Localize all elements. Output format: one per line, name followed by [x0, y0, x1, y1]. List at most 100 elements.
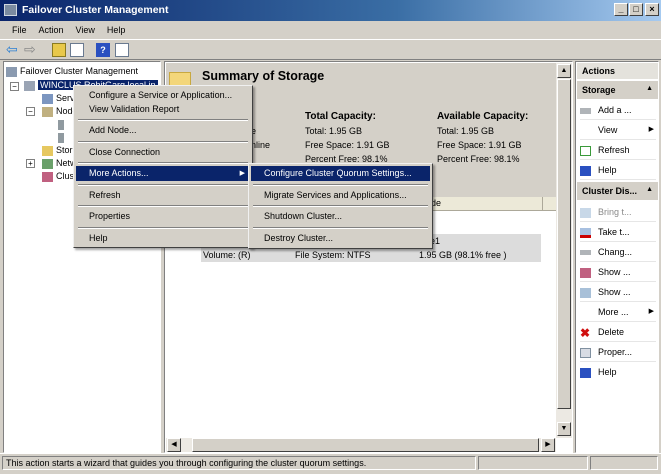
vertical-scrollbar[interactable]: ▲ ▼	[556, 63, 572, 438]
menu-file[interactable]: File	[6, 25, 33, 39]
menu-action[interactable]: Action	[33, 25, 70, 39]
menu-separator	[78, 205, 248, 207]
window-title: Failover Cluster Management	[22, 4, 169, 16]
submenu-arrow-icon: ▶	[239, 170, 245, 177]
action-change[interactable]: Chang...	[580, 242, 656, 262]
close-button[interactable]: ×	[645, 3, 659, 16]
action-more[interactable]: More ... ▶	[580, 302, 656, 322]
tree-item-root[interactable]: Failover Cluster Management	[6, 65, 138, 77]
menu-bar: File Action View Help	[0, 21, 661, 39]
volume-size: 1.95 GB (98.1% free )	[419, 250, 507, 260]
menu-item-configure-service[interactable]: Configure a Service or Application...	[76, 88, 250, 103]
menu-view[interactable]: View	[70, 25, 101, 39]
status-panel	[478, 456, 588, 470]
menu-separator	[78, 162, 248, 164]
menu-item-migrate-services[interactable]: Migrate Services and Applications...	[251, 188, 430, 203]
tree-item-services[interactable]: Serv	[42, 92, 75, 104]
action-label: Help	[598, 165, 617, 175]
scroll-thumb[interactable]	[557, 79, 571, 409]
action-show-report[interactable]: Show ...	[580, 262, 656, 282]
menu-item-close-connection[interactable]: Close Connection	[76, 145, 250, 160]
menu-item-destroy-cluster[interactable]: Destroy Cluster...	[251, 231, 430, 246]
tree-label: Failover Cluster Management	[20, 66, 139, 76]
show-hide-tree-icon[interactable]	[70, 43, 84, 57]
refresh-icon	[580, 145, 591, 156]
server-icon	[58, 132, 64, 143]
section-label: Cluster Dis...	[582, 186, 638, 196]
action-help[interactable]: Help	[580, 160, 656, 180]
maximize-button[interactable]: □	[629, 3, 643, 16]
action-properties[interactable]: Proper...	[580, 342, 656, 362]
help-icon	[580, 367, 591, 378]
tree-item-node[interactable]	[58, 131, 67, 143]
menu-item-more-actions[interactable]: More Actions... ▶	[76, 166, 250, 181]
tree-item-events[interactable]: Clus	[42, 170, 74, 182]
blank-icon	[580, 126, 591, 136]
volume-name: Volume: (R)	[203, 250, 251, 260]
status-panel	[590, 456, 658, 470]
section-label: Storage	[582, 85, 616, 95]
collapse-toggle[interactable]: −	[26, 107, 35, 116]
menu-item-properties[interactable]: Properties	[76, 209, 250, 224]
menu-item-shutdown-cluster[interactable]: Shutdown Cluster...	[251, 209, 430, 224]
scroll-down-button[interactable]: ▼	[557, 422, 571, 436]
action-label: Help	[598, 367, 617, 377]
take-offline-icon	[580, 227, 591, 238]
menu-help[interactable]: Help	[101, 25, 132, 39]
menu-separator	[253, 205, 428, 207]
menu-item-help[interactable]: Help	[76, 231, 250, 246]
menu-separator	[78, 184, 248, 186]
action-delete[interactable]: ✖ Delete	[580, 322, 656, 342]
action-help[interactable]: Help	[580, 362, 656, 382]
horizontal-scrollbar[interactable]: ◀ ▶	[166, 438, 556, 452]
forward-arrow-icon[interactable]: ⇨	[24, 42, 38, 57]
scroll-up-button[interactable]: ▲	[557, 64, 571, 78]
action-show-dependency[interactable]: Show ...	[580, 282, 656, 302]
disk-add-icon	[580, 107, 591, 114]
menu-item-configure-quorum[interactable]: Configure Cluster Quorum Settings...	[251, 166, 430, 181]
scroll-right-button[interactable]: ▶	[541, 438, 555, 452]
expand-toggle[interactable]: +	[26, 159, 35, 168]
column-divider[interactable]	[542, 197, 543, 211]
properties-icon	[580, 347, 591, 358]
back-arrow-icon[interactable]: ⇦	[6, 42, 20, 57]
minimize-button[interactable]: _	[614, 3, 628, 16]
actions-title: Actions	[577, 63, 658, 79]
menu-item-refresh[interactable]: Refresh	[76, 188, 250, 203]
collapse-icon: ▲	[646, 186, 653, 193]
more-actions-submenu: Configure Cluster Quorum Settings... Mig…	[248, 163, 433, 249]
dependency-icon	[580, 287, 591, 298]
cluster-disk-section-header[interactable]: Cluster Dis... ▲	[577, 182, 658, 200]
storage-section-header[interactable]: Storage ▲	[577, 81, 658, 99]
table-row[interactable]: Volume: (R) File System: NTFS 1.95 GB (9…	[201, 248, 541, 262]
menu-item-add-node[interactable]: Add Node...	[76, 123, 250, 138]
collapse-toggle[interactable]: −	[10, 82, 19, 91]
available-capacity-total: Total: 1.95 GB	[437, 126, 495, 136]
action-take-offline[interactable]: Take t...	[580, 222, 656, 242]
action-add-disk[interactable]: Add a ...	[580, 100, 656, 120]
up-folder-icon[interactable]	[52, 43, 66, 57]
tree-item-node[interactable]	[58, 118, 67, 130]
status-text: This action starts a wizard that guides …	[2, 456, 476, 470]
help-icon[interactable]: ?	[96, 43, 110, 57]
show-hide-action-pane-icon[interactable]	[115, 43, 129, 57]
action-label: Chang...	[598, 247, 633, 257]
cluster-manager-icon	[6, 66, 17, 77]
action-label: Bring t...	[598, 207, 632, 217]
cluster-icon	[24, 80, 35, 91]
menu-item-view-validation-report[interactable]: View Validation Report	[76, 102, 250, 117]
action-view[interactable]: View ▶	[580, 120, 656, 140]
tree-item-networks[interactable]: Netw	[42, 157, 77, 169]
action-label: Add a ...	[598, 105, 632, 115]
action-bring-online[interactable]: Bring t...	[580, 202, 656, 222]
action-label: Show ...	[598, 267, 631, 277]
tree-item-storage[interactable]: Stor	[42, 144, 73, 156]
scroll-left-button[interactable]: ◀	[167, 438, 181, 452]
action-label: More ...	[598, 307, 629, 317]
total-capacity-header: Total Capacity:	[305, 111, 376, 122]
action-label: View	[598, 125, 618, 135]
scroll-thumb[interactable]	[192, 438, 539, 452]
available-capacity-header: Available Capacity:	[437, 111, 529, 122]
action-label: Delete	[598, 327, 625, 337]
action-refresh[interactable]: Refresh	[580, 140, 656, 160]
